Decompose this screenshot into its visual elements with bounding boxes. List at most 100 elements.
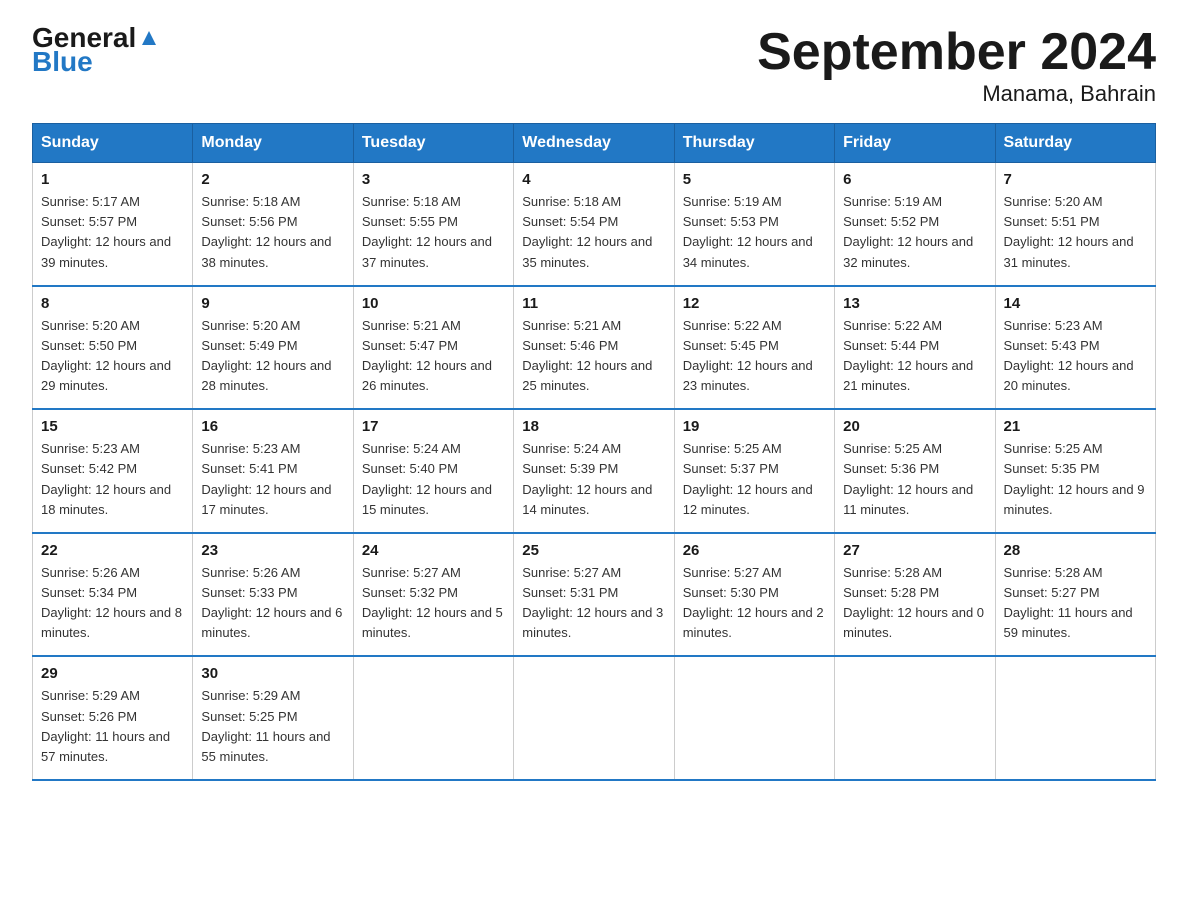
calendar-cell: 24 Sunrise: 5:27 AMSunset: 5:32 PMDayligh… <box>353 533 513 657</box>
day-info: Sunrise: 5:21 AMSunset: 5:47 PMDaylight:… <box>362 316 505 397</box>
calendar-cell: 27 Sunrise: 5:28 AMSunset: 5:28 PMDayligh… <box>835 533 995 657</box>
day-info: Sunrise: 5:23 AMSunset: 5:43 PMDaylight:… <box>1004 316 1147 397</box>
day-info: Sunrise: 5:27 AMSunset: 5:31 PMDaylight:… <box>522 563 665 644</box>
day-number: 14 <box>1004 295 1147 312</box>
col-header-saturday: Saturday <box>995 124 1155 163</box>
col-header-friday: Friday <box>835 124 995 163</box>
calendar-cell: 11 Sunrise: 5:21 AMSunset: 5:46 PMDayligh… <box>514 286 674 410</box>
calendar-week-row: 8Sunrise: 5:20 AMSunset: 5:50 PMDaylight… <box>33 286 1156 410</box>
calendar-cell <box>995 656 1155 780</box>
logo: General Blue <box>32 24 160 76</box>
day-info: Sunrise: 5:22 AMSunset: 5:44 PMDaylight:… <box>843 316 986 397</box>
calendar-cell: 10Sunrise: 5:21 AMSunset: 5:47 PMDayligh… <box>353 286 513 410</box>
day-info: Sunrise: 5:18 AMSunset: 5:56 PMDaylight:… <box>201 192 344 273</box>
day-info: Sunrise: 5:24 AMSunset: 5:40 PMDaylight:… <box>362 439 505 520</box>
calendar-cell: 23 Sunrise: 5:26 AMSunset: 5:33 PMDayligh… <box>193 533 353 657</box>
day-number: 16 <box>201 418 344 435</box>
day-info: Sunrise: 5:18 AMSunset: 5:55 PMDaylight:… <box>362 192 505 273</box>
day-number: 21 <box>1004 418 1147 435</box>
day-info: Sunrise: 5:26 AMSunset: 5:33 PMDaylight:… <box>201 563 344 644</box>
calendar-cell: 29Sunrise: 5:29 AMSunset: 5:26 PMDayligh… <box>33 656 193 780</box>
calendar-title: September 2024 <box>757 24 1156 81</box>
day-number: 23 <box>201 542 344 559</box>
calendar-cell: 9 Sunrise: 5:20 AMSunset: 5:49 PMDaylight… <box>193 286 353 410</box>
col-header-monday: Monday <box>193 124 353 163</box>
day-number: 6 <box>843 171 986 188</box>
calendar-cell: 17 Sunrise: 5:24 AMSunset: 5:40 PMDayligh… <box>353 409 513 533</box>
day-number: 12 <box>683 295 826 312</box>
calendar-cell <box>514 656 674 780</box>
calendar-cell: 25 Sunrise: 5:27 AMSunset: 5:31 PMDayligh… <box>514 533 674 657</box>
day-number: 24 <box>362 542 505 559</box>
day-info: Sunrise: 5:21 AMSunset: 5:46 PMDaylight:… <box>522 316 665 397</box>
day-number: 20 <box>843 418 986 435</box>
calendar-cell: 7 Sunrise: 5:20 AMSunset: 5:51 PMDaylight… <box>995 163 1155 286</box>
day-info: Sunrise: 5:28 AMSunset: 5:27 PMDaylight:… <box>1004 563 1147 644</box>
page-header: General Blue September 2024 Manama, Bahr… <box>32 24 1156 107</box>
day-info: Sunrise: 5:27 AMSunset: 5:30 PMDaylight:… <box>683 563 826 644</box>
day-info: Sunrise: 5:20 AMSunset: 5:49 PMDaylight:… <box>201 316 344 397</box>
col-header-sunday: Sunday <box>33 124 193 163</box>
calendar-cell <box>835 656 995 780</box>
day-number: 7 <box>1004 171 1147 188</box>
calendar-cell <box>353 656 513 780</box>
calendar-cell: 26 Sunrise: 5:27 AMSunset: 5:30 PMDayligh… <box>674 533 834 657</box>
calendar-cell: 20 Sunrise: 5:25 AMSunset: 5:36 PMDayligh… <box>835 409 995 533</box>
day-info: Sunrise: 5:29 AMSunset: 5:25 PMDaylight:… <box>201 686 344 767</box>
day-number: 2 <box>201 171 344 188</box>
calendar-week-row: 1Sunrise: 5:17 AMSunset: 5:57 PMDaylight… <box>33 163 1156 286</box>
calendar-cell: 2 Sunrise: 5:18 AMSunset: 5:56 PMDaylight… <box>193 163 353 286</box>
day-info: Sunrise: 5:17 AMSunset: 5:57 PMDaylight:… <box>41 192 184 273</box>
calendar-table: SundayMondayTuesdayWednesdayThursdayFrid… <box>32 123 1156 781</box>
calendar-subtitle: Manama, Bahrain <box>757 81 1156 107</box>
logo-triangle-icon <box>138 27 160 49</box>
logo-blue-text: Blue <box>32 48 93 76</box>
calendar-cell: 8Sunrise: 5:20 AMSunset: 5:50 PMDaylight… <box>33 286 193 410</box>
calendar-cell: 19 Sunrise: 5:25 AMSunset: 5:37 PMDayligh… <box>674 409 834 533</box>
day-number: 19 <box>683 418 826 435</box>
calendar-week-row: 22Sunrise: 5:26 AMSunset: 5:34 PMDayligh… <box>33 533 1156 657</box>
calendar-cell: 16 Sunrise: 5:23 AMSunset: 5:41 PMDayligh… <box>193 409 353 533</box>
day-info: Sunrise: 5:24 AMSunset: 5:39 PMDaylight:… <box>522 439 665 520</box>
day-info: Sunrise: 5:23 AMSunset: 5:41 PMDaylight:… <box>201 439 344 520</box>
calendar-cell: 30Sunrise: 5:29 AMSunset: 5:25 PMDayligh… <box>193 656 353 780</box>
calendar-week-row: 15 Sunrise: 5:23 AMSunset: 5:42 PMDayligh… <box>33 409 1156 533</box>
day-number: 3 <box>362 171 505 188</box>
col-header-tuesday: Tuesday <box>353 124 513 163</box>
day-info: Sunrise: 5:22 AMSunset: 5:45 PMDaylight:… <box>683 316 826 397</box>
col-header-thursday: Thursday <box>674 124 834 163</box>
day-number: 15 <box>41 418 184 435</box>
day-info: Sunrise: 5:20 AMSunset: 5:51 PMDaylight:… <box>1004 192 1147 273</box>
day-info: Sunrise: 5:19 AMSunset: 5:53 PMDaylight:… <box>683 192 826 273</box>
calendar-cell: 21 Sunrise: 5:25 AMSunset: 5:35 PMDayligh… <box>995 409 1155 533</box>
day-number: 25 <box>522 542 665 559</box>
day-number: 4 <box>522 171 665 188</box>
calendar-cell: 5 Sunrise: 5:19 AMSunset: 5:53 PMDaylight… <box>674 163 834 286</box>
calendar-cell: 4Sunrise: 5:18 AMSunset: 5:54 PMDaylight… <box>514 163 674 286</box>
calendar-cell: 22Sunrise: 5:26 AMSunset: 5:34 PMDayligh… <box>33 533 193 657</box>
day-info: Sunrise: 5:25 AMSunset: 5:36 PMDaylight:… <box>843 439 986 520</box>
day-number: 9 <box>201 295 344 312</box>
day-info: Sunrise: 5:25 AMSunset: 5:35 PMDaylight:… <box>1004 439 1147 520</box>
day-number: 28 <box>1004 542 1147 559</box>
calendar-cell: 6Sunrise: 5:19 AMSunset: 5:52 PMDaylight… <box>835 163 995 286</box>
day-info: Sunrise: 5:28 AMSunset: 5:28 PMDaylight:… <box>843 563 986 644</box>
calendar-header-row: SundayMondayTuesdayWednesdayThursdayFrid… <box>33 124 1156 163</box>
calendar-cell: 14 Sunrise: 5:23 AMSunset: 5:43 PMDayligh… <box>995 286 1155 410</box>
day-number: 29 <box>41 665 184 682</box>
day-info: Sunrise: 5:27 AMSunset: 5:32 PMDaylight:… <box>362 563 505 644</box>
day-number: 17 <box>362 418 505 435</box>
day-number: 5 <box>683 171 826 188</box>
day-number: 11 <box>522 295 665 312</box>
calendar-week-row: 29Sunrise: 5:29 AMSunset: 5:26 PMDayligh… <box>33 656 1156 780</box>
day-info: Sunrise: 5:25 AMSunset: 5:37 PMDaylight:… <box>683 439 826 520</box>
calendar-cell: 1Sunrise: 5:17 AMSunset: 5:57 PMDaylight… <box>33 163 193 286</box>
day-info: Sunrise: 5:23 AMSunset: 5:42 PMDaylight:… <box>41 439 184 520</box>
day-number: 27 <box>843 542 986 559</box>
day-number: 13 <box>843 295 986 312</box>
day-number: 26 <box>683 542 826 559</box>
calendar-cell: 13 Sunrise: 5:22 AMSunset: 5:44 PMDayligh… <box>835 286 995 410</box>
day-info: Sunrise: 5:26 AMSunset: 5:34 PMDaylight:… <box>41 563 184 644</box>
calendar-cell: 12 Sunrise: 5:22 AMSunset: 5:45 PMDayligh… <box>674 286 834 410</box>
calendar-cell: 3 Sunrise: 5:18 AMSunset: 5:55 PMDaylight… <box>353 163 513 286</box>
